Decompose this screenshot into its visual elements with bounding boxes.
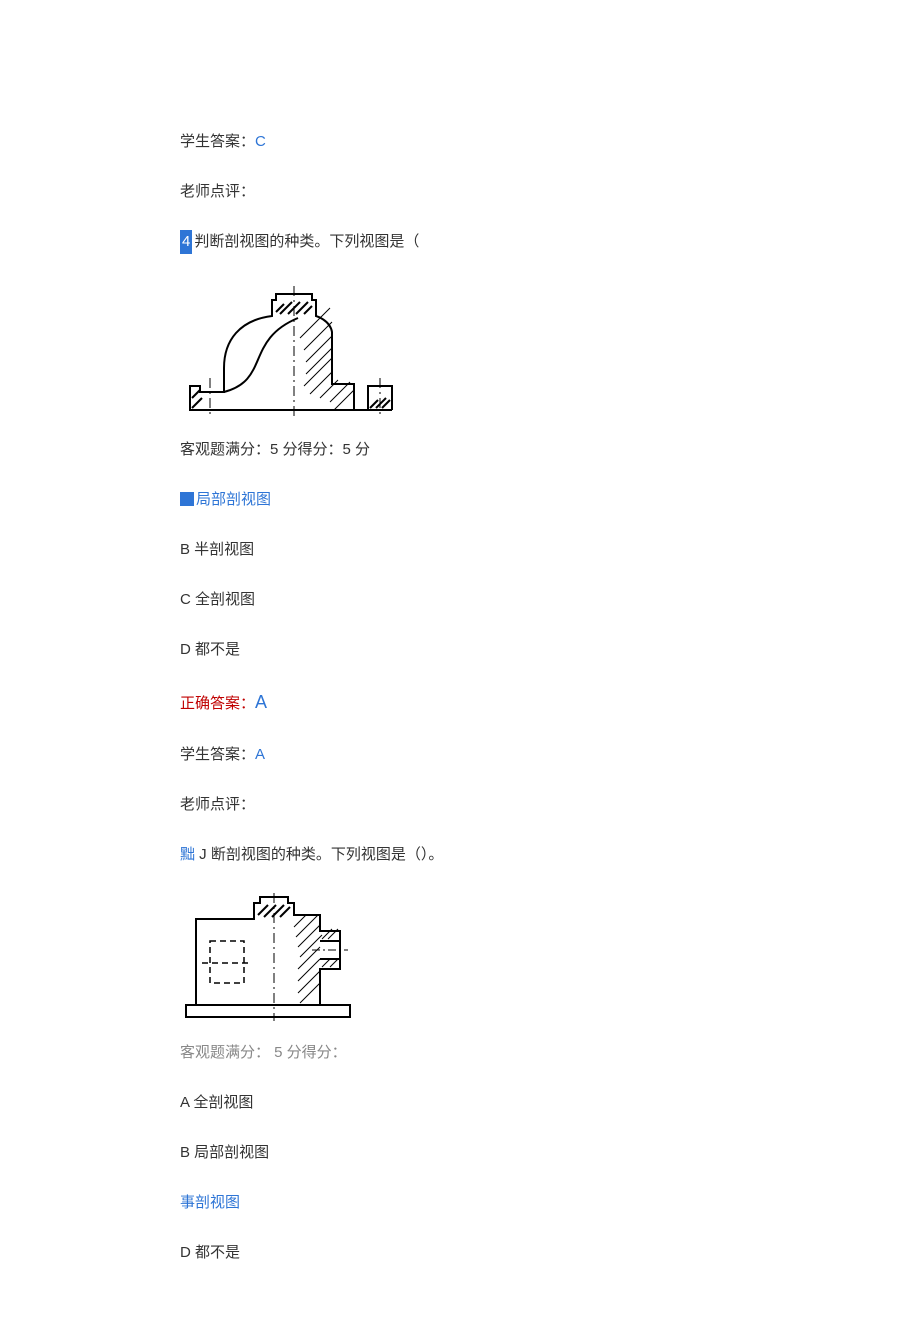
question-5-prompt: 黜 J 断剖视图的种类。下列视图是（）。 xyxy=(180,843,740,867)
option-a: 局部剖视图 xyxy=(180,488,740,512)
question-prompt-text: J 断剖视图的种类。下列视图是（）。 xyxy=(195,846,443,863)
option-a: A 全剖视图 xyxy=(180,1091,740,1115)
correct-answer-label: 正确答案： xyxy=(180,695,255,712)
option-c: 事剖视图 xyxy=(180,1191,740,1215)
option-c: C 全剖视图 xyxy=(180,588,740,612)
option-a-text: 局部剖视图 xyxy=(196,491,271,508)
student-answer-value: C xyxy=(255,133,266,150)
section-view-drawing-2-icon xyxy=(180,893,360,1023)
correct-answer-value: A xyxy=(255,692,267,712)
score-line: 客观题满分：5 分得分：5 分 xyxy=(180,438,740,462)
student-answer-value: A xyxy=(255,746,265,763)
question-prefix: 黜 xyxy=(180,846,195,863)
teacher-comment-label: 老师点评： xyxy=(180,796,255,813)
score-line: 客观题满分： 5 分得分： xyxy=(180,1041,740,1065)
student-answer-label: 学生答案： xyxy=(180,133,255,150)
question-5-figure xyxy=(180,893,740,1023)
document-page: 学生答案：C 老师点评： 4判断剖视图的种类。下列视图是（ xyxy=(0,0,920,1331)
student-answer-row: 学生答案：A xyxy=(180,743,740,767)
question-4-figure xyxy=(180,280,740,420)
section-view-drawing-1-icon xyxy=(180,280,410,420)
teacher-comment-label: 老师点评： xyxy=(180,183,255,200)
teacher-comment-row: 老师点评： xyxy=(180,793,740,817)
question-4-prompt: 4判断剖视图的种类。下列视图是（ xyxy=(180,230,740,254)
question-number-badge: 4 xyxy=(180,230,192,254)
teacher-comment-row: 老师点评： xyxy=(180,180,740,204)
student-answer-row: 学生答案：C xyxy=(180,130,740,154)
selected-marker-icon xyxy=(180,492,194,506)
option-b: B 局部剖视图 xyxy=(180,1141,740,1165)
option-d: D 都不是 xyxy=(180,1241,740,1265)
student-answer-label: 学生答案： xyxy=(180,746,255,763)
option-b: B 半剖视图 xyxy=(180,538,740,562)
option-d: D 都不是 xyxy=(180,638,740,662)
question-prompt-text: 判断剖视图的种类。下列视图是（ xyxy=(194,233,419,250)
correct-answer-row: 正确答案：A xyxy=(180,688,740,717)
